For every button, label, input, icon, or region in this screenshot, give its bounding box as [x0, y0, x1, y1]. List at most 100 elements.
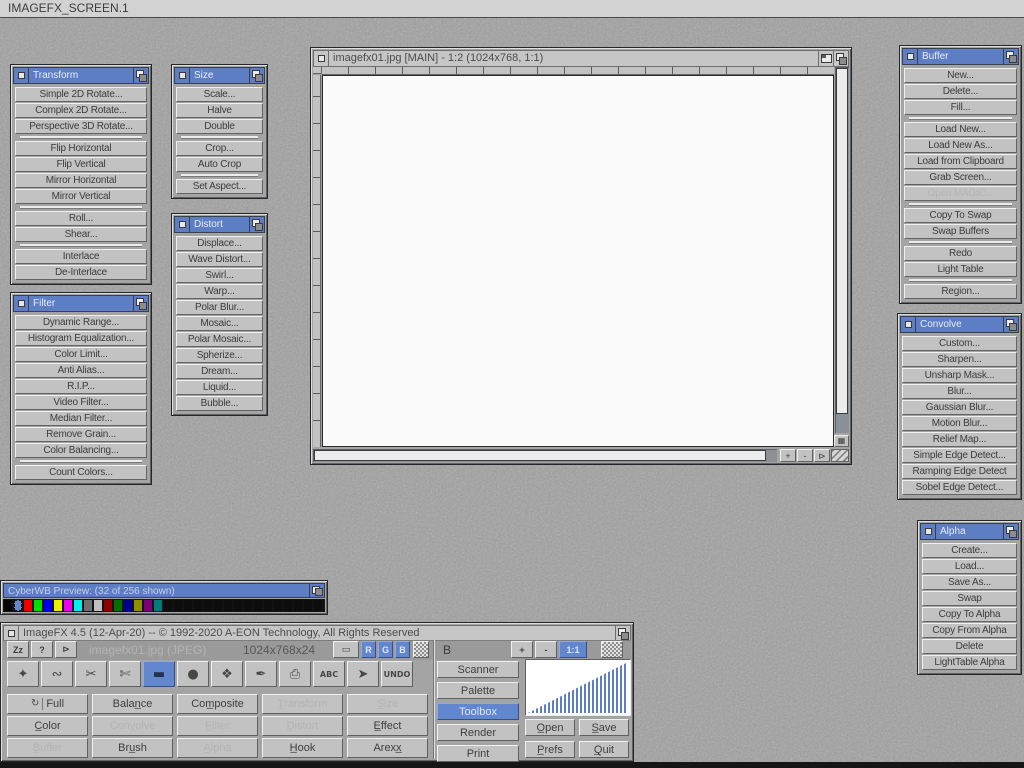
distort-button[interactable]: D̲istort [262, 716, 343, 736]
expand-view-button[interactable]: ⊳ [814, 449, 830, 462]
channel-button[interactable]: B [395, 641, 410, 658]
depth-icon[interactable] [615, 626, 630, 641]
color-swatch[interactable] [224, 600, 232, 611]
zoom-in-button[interactable]: + [780, 449, 796, 462]
panel-button[interactable]: Load from Clipboard [904, 154, 1017, 169]
color-swatch[interactable] [134, 600, 142, 611]
zoom-gadget-icon[interactable] [818, 51, 833, 66]
box-select-tool-button[interactable]: ▬ [143, 661, 175, 687]
panel-button[interactable]: Simple 2D Rotate... [15, 87, 147, 102]
brush-tool-button[interactable]: ❖ [211, 661, 243, 687]
depth-icon[interactable] [249, 217, 264, 232]
dither-button[interactable] [601, 641, 623, 658]
panel-button[interactable]: Delete [922, 639, 1017, 654]
quit-button[interactable]: Q̲uit [579, 741, 629, 758]
panel-button[interactable]: Halve [176, 103, 263, 118]
gradient-preview[interactable] [525, 659, 631, 716]
panel-button[interactable]: Mirror Vertical [15, 189, 147, 204]
panel-button[interactable]: Complex 2D Rotate... [15, 103, 147, 118]
screen-mode-button[interactable]: ▭ [333, 641, 359, 658]
depth-icon[interactable] [309, 584, 324, 597]
image-canvas[interactable] [322, 75, 834, 447]
panel-button[interactable]: Motion Blur... [902, 416, 1017, 431]
channel-button[interactable]: R [361, 641, 376, 658]
color-swatch[interactable] [204, 600, 212, 611]
color-swatch[interactable] [124, 600, 132, 611]
panel-button[interactable]: Polar Blur... [176, 300, 263, 315]
help-button[interactable]: ? [31, 641, 53, 658]
color-swatch[interactable] [234, 600, 242, 611]
vertical-scroll-thumb[interactable] [836, 68, 848, 414]
buffer-button[interactable]: B̲uffer [7, 738, 88, 758]
color-swatch[interactable] [24, 600, 32, 611]
run-button[interactable]: ⊳ [55, 641, 77, 658]
panel-button[interactable]: Shear... [15, 227, 147, 242]
close-icon[interactable] [4, 626, 19, 641]
panel-button[interactable]: LightTable Alpha [922, 655, 1017, 670]
panel-button[interactable]: Flip Horizontal [15, 141, 147, 156]
panel-button[interactable]: Delete... [904, 84, 1017, 99]
alpha-button[interactable]: A̲lpha [177, 738, 258, 758]
panel-button[interactable]: Blur... [902, 384, 1017, 399]
color-swatch[interactable] [214, 600, 222, 611]
panel-button[interactable]: Custom... [902, 336, 1017, 351]
panel-button[interactable]: Warp... [176, 284, 263, 299]
panel-button[interactable]: Count Colors... [15, 465, 147, 480]
panel-button[interactable]: Swap Buffers [904, 224, 1017, 239]
oval-select-tool-button[interactable]: ● [177, 661, 209, 687]
channel-button[interactable]: G [378, 641, 393, 658]
panel-button[interactable]: Unsharp Mask... [902, 368, 1017, 383]
panel-button[interactable]: Color Balancing... [15, 443, 147, 458]
text-tool-button[interactable]: ABC [313, 661, 345, 687]
horizontal-scrollbar[interactable] [313, 449, 777, 462]
balance-button[interactable]: Balan̲ce [92, 694, 173, 714]
airbrush-tool-button[interactable]: ➤ [347, 661, 379, 687]
close-icon[interactable] [903, 49, 918, 64]
close-icon[interactable] [175, 68, 190, 83]
panel-button[interactable]: Histogram Equalization... [15, 331, 147, 346]
palette-titlebar[interactable]: CyberWB Preview: (32 of 256 shown) [3, 583, 325, 598]
color-button[interactable]: C̲olor [7, 716, 88, 736]
panel-button[interactable]: Dynamic Range... [15, 315, 147, 330]
vertical-scrollbar[interactable] [835, 67, 849, 433]
panel-button[interactable]: Perspective 3D Rotate... [15, 119, 147, 134]
color-swatch[interactable] [74, 600, 82, 611]
window-titlebar[interactable]: Filter [13, 295, 149, 312]
close-icon[interactable] [14, 296, 29, 311]
spray-tool-button[interactable]: ⎙ [279, 661, 311, 687]
panel-button[interactable]: Open MAGIC... [904, 186, 1017, 201]
panel-button[interactable]: Polar Mosaic... [176, 332, 263, 347]
depth-icon[interactable] [1003, 49, 1018, 64]
window-titlebar[interactable]: Transform [13, 67, 149, 84]
color-swatch[interactable] [264, 600, 272, 611]
depth-icon[interactable] [1003, 317, 1018, 332]
close-icon[interactable] [921, 524, 936, 539]
close-icon[interactable] [901, 317, 916, 332]
color-swatch[interactable] [304, 600, 312, 611]
panel-button[interactable]: Load New... [904, 122, 1017, 137]
color-swatch[interactable] [184, 600, 192, 611]
panel-button[interactable]: Region... [904, 284, 1017, 299]
zoom-out-button[interactable]: - [797, 449, 813, 462]
panel-button[interactable]: Copy To Swap [904, 208, 1017, 223]
view-zoom-in-button[interactable]: + [511, 641, 533, 658]
pixel-grid-icon[interactable]: ▦ [834, 435, 849, 447]
panel-button[interactable]: Video Filter... [15, 395, 147, 410]
color-swatch[interactable] [104, 600, 112, 611]
render-button[interactable]: Render [437, 724, 519, 741]
panel-button[interactable]: Redo [904, 246, 1017, 261]
view-zoom-out-button[interactable]: - [535, 641, 557, 658]
color-swatch[interactable] [294, 600, 302, 611]
panel-button[interactable]: Wave Distort... [176, 252, 263, 267]
panel-button[interactable]: Color Limit... [15, 347, 147, 362]
panel-button[interactable]: Set Aspect... [176, 179, 263, 194]
color-swatch[interactable] [314, 600, 322, 611]
panel-button[interactable]: Mosaic... [176, 316, 263, 331]
panel-button[interactable]: De-Interlace [15, 265, 147, 280]
panel-button[interactable]: New... [904, 68, 1017, 83]
color-swatch[interactable] [174, 600, 182, 611]
color-swatch[interactable] [114, 600, 122, 611]
panel-button[interactable]: Copy From Alpha [922, 623, 1017, 638]
panel-button[interactable]: Displace... [176, 236, 263, 251]
open-button[interactable]: O̲pen [525, 719, 575, 736]
